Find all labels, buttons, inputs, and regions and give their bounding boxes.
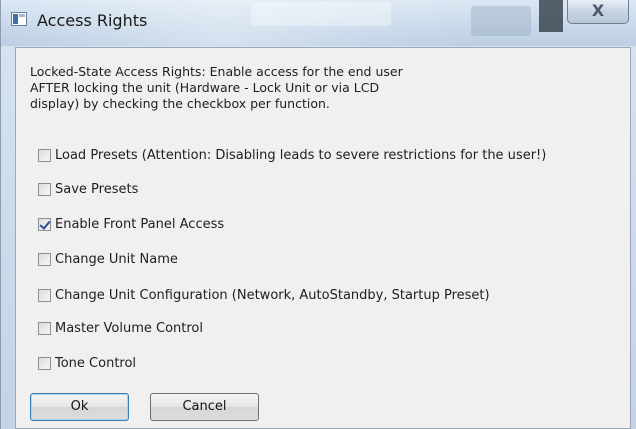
application-window-icon	[11, 12, 27, 26]
save-presets-checkbox[interactable]	[38, 182, 51, 196]
option-label: Change Unit Name	[55, 251, 178, 267]
change-unit-name-checkbox[interactable]	[38, 252, 51, 266]
description-text: Locked-State Access Rights: Enable acces…	[30, 64, 403, 111]
background-blur	[471, 6, 531, 36]
option-label: Master Volume Control	[55, 320, 204, 336]
access-rights-window: Access Rights X Locked-State Access Righ…	[0, 0, 636, 429]
close-button[interactable]: X	[567, 0, 629, 24]
enable-front-panel-access-checkbox[interactable]	[38, 217, 51, 231]
title-bar[interactable]: Access Rights X	[1, 0, 636, 46]
option-change-unit-configuration[interactable]: Change Unit Configuration (Network, Auto…	[38, 285, 490, 305]
tone-control-checkbox[interactable]	[38, 356, 51, 370]
option-tone-control[interactable]: Tone Control	[38, 353, 136, 373]
option-master-volume-control[interactable]: Master Volume Control	[38, 318, 203, 338]
dialog-client-area: Locked-State Access Rights: Enable acces…	[15, 47, 631, 429]
load-presets-checkbox[interactable]	[38, 148, 51, 162]
option-enable-front-panel-access[interactable]: Enable Front Panel Access	[38, 214, 224, 234]
option-label: Save Presets	[55, 181, 139, 197]
ok-button[interactable]: Ok	[30, 393, 129, 421]
window-title: Access Rights	[37, 11, 148, 30]
option-label: Load Presets (Attention: Disabling leads…	[55, 147, 547, 163]
option-label: Enable Front Panel Access	[55, 216, 225, 232]
option-change-unit-name[interactable]: Change Unit Name	[38, 249, 178, 269]
master-volume-control-checkbox[interactable]	[38, 321, 51, 335]
option-label: Change Unit Configuration (Network, Auto…	[55, 287, 490, 303]
cancel-button[interactable]: Cancel	[150, 393, 259, 421]
option-save-presets[interactable]: Save Presets	[38, 179, 138, 199]
option-load-presets[interactable]: Load Presets (Attention: Disabling leads…	[38, 145, 546, 165]
option-label: Tone Control	[55, 355, 137, 371]
close-icon: X	[591, 1, 605, 20]
background-blur	[251, 2, 391, 26]
background-blur	[539, 0, 563, 32]
change-unit-configuration-checkbox[interactable]	[38, 288, 51, 302]
